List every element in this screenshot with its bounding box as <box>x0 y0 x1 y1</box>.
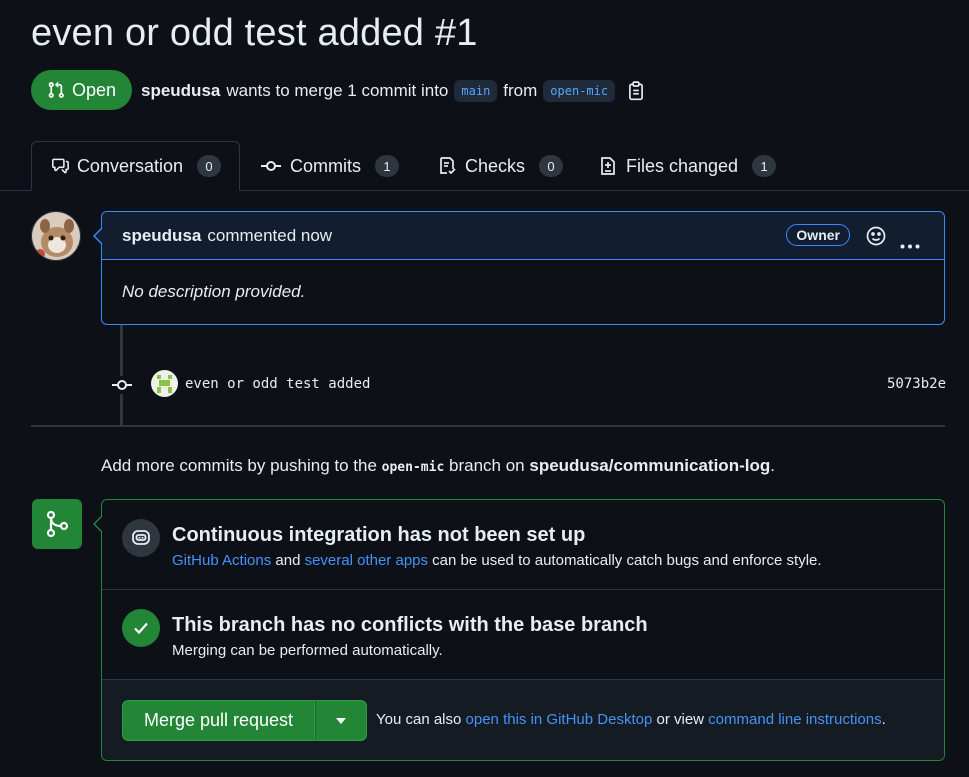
merge-box: Continuous integration has not been set … <box>101 499 945 761</box>
head-branch-pill[interactable]: open-mic <box>543 80 616 102</box>
comment-caret-inner <box>95 229 102 243</box>
tab-checks-label: Checks <box>465 155 526 176</box>
merge-alt-post: . <box>881 711 886 728</box>
merge-alternatives: You can also open this in GitHub Desktop… <box>376 711 886 728</box>
copy-branch-button[interactable] <box>627 81 645 101</box>
merge-pull-request-button[interactable]: Merge pull request <box>122 700 315 741</box>
ci-section: Continuous integration has not been set … <box>102 500 944 590</box>
pr-author-link[interactable]: speudusa <box>141 81 220 101</box>
from-text: from <box>503 81 538 100</box>
ci-title: Continuous integration has not been set … <box>172 524 586 546</box>
push-hint-branch: open-mic <box>381 460 445 475</box>
file-diff-icon <box>601 157 615 175</box>
commit-message-link[interactable]: even or odd test added <box>185 376 370 392</box>
tab-files-label: Files changed <box>626 155 739 176</box>
pr-state-label: Open <box>71 79 117 100</box>
conflicts-status-icon-wrap <box>122 609 160 647</box>
ci-description: GitHub Actions and several other apps ca… <box>172 552 822 569</box>
push-hint: Add more commits by pushing to the open-… <box>101 456 775 476</box>
commit-sha-link[interactable]: 5073b2e <box>887 376 946 392</box>
comment-discussion-icon <box>52 158 69 174</box>
merge-method-dropdown-button[interactable] <box>315 700 367 741</box>
tab-checks-count: 0 <box>539 155 564 177</box>
conflicts-title: This branch has no conflicts with the ba… <box>172 614 648 636</box>
push-hint-repo: speudusa/communication-log <box>529 456 771 475</box>
check-icon <box>134 622 148 635</box>
ci-status-icon-wrap <box>122 519 160 557</box>
merge-actions-section: Merge pull request You can also open thi… <box>102 680 944 760</box>
tab-commits-count: 1 <box>375 155 399 177</box>
push-hint-mid: branch on <box>449 456 525 475</box>
pr-number: #1 <box>434 12 478 54</box>
ci-and-text: and <box>275 552 301 569</box>
tab-files-count: 1 <box>752 155 777 177</box>
pr-title-text: even or odd test added <box>31 12 425 54</box>
github-actions-link[interactable]: GitHub Actions <box>172 552 271 569</box>
comment-author-link[interactable]: speudusa <box>122 226 201 246</box>
git-merge-icon <box>46 510 69 538</box>
merge-caret-inner <box>95 517 102 531</box>
merge-button-group: Merge pull request <box>122 700 367 741</box>
commit-author-avatar[interactable] <box>151 370 178 397</box>
comment-timestamp[interactable]: commented now <box>207 226 332 246</box>
command-line-instructions-link[interactable]: command line instructions <box>708 711 881 728</box>
pr-title: even or odd test added #1 <box>31 12 478 55</box>
tab-checks[interactable]: Checks 0 <box>437 141 564 191</box>
owner-badge: Owner <box>786 224 850 246</box>
comment-body: No description provided. <box>122 282 306 301</box>
triangle-down-icon <box>336 717 346 724</box>
conflicts-description: Merging can be performed automatically. <box>172 642 443 659</box>
pr-summary-text: wants to merge 1 commit into <box>226 81 449 100</box>
ci-rest-text: can be used to automatically catch bugs … <box>432 552 822 569</box>
tab-commits[interactable]: Commits 1 <box>260 141 399 191</box>
merge-alt-mid: or view <box>656 711 704 728</box>
other-apps-link[interactable]: several other apps <box>305 552 428 569</box>
merge-alt-pre: You can also <box>376 711 462 728</box>
tab-files-changed[interactable]: Files changed 1 <box>598 141 777 191</box>
comment-author-avatar[interactable] <box>31 211 81 261</box>
conflicts-section: This branch has no conflicts with the ba… <box>102 590 944 680</box>
pr-state-badge: Open <box>31 70 132 110</box>
smiley-icon <box>866 226 886 246</box>
pr-summary: speudusa wants to merge 1 commit into ma… <box>141 77 645 105</box>
merge-status-icon-box <box>32 499 82 549</box>
add-reaction-button[interactable] <box>866 226 886 251</box>
checklist-icon <box>440 157 456 175</box>
copilot-bot-icon <box>132 530 150 545</box>
comment-box: speudusa commented now Owner No descript… <box>101 211 945 325</box>
base-branch-pill[interactable]: main <box>454 80 498 102</box>
open-github-desktop-link[interactable]: open this in GitHub Desktop <box>466 711 653 728</box>
push-hint-post: . <box>770 456 775 475</box>
git-pull-request-icon <box>48 81 64 98</box>
comment-header: speudusa commented now Owner <box>102 212 944 260</box>
timeline-line <box>120 325 123 425</box>
timeline-divider <box>31 425 945 427</box>
kebab-horizontal-icon <box>900 244 920 249</box>
push-hint-pre: Add more commits by pushing to the <box>101 456 377 475</box>
tab-conversation-label: Conversation <box>76 155 183 176</box>
tab-conversation-count: 0 <box>197 155 221 177</box>
git-commit-icon <box>112 376 132 399</box>
comment-options-button[interactable] <box>900 234 920 254</box>
git-commit-icon <box>261 161 281 171</box>
tab-commits-label: Commits <box>290 155 361 176</box>
tab-conversation[interactable]: Conversation 0 <box>31 141 240 191</box>
copy-icon <box>629 81 644 101</box>
